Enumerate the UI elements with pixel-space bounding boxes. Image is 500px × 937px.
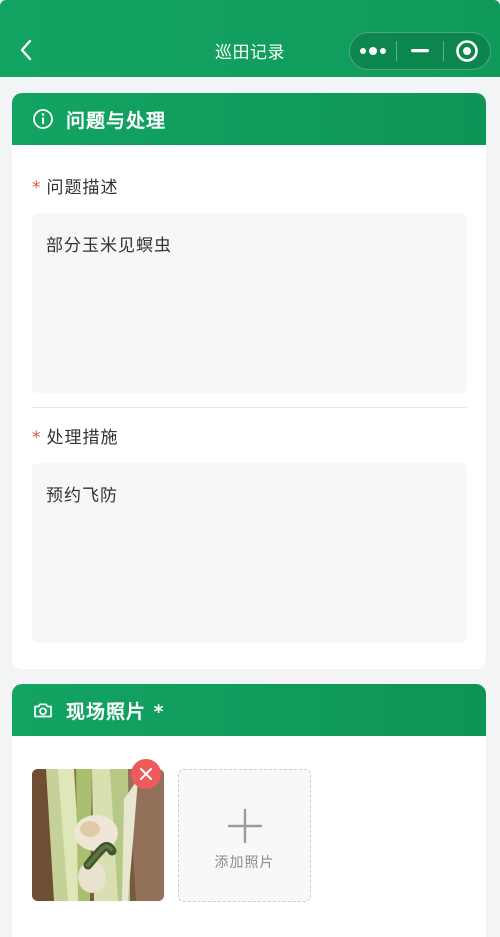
photo-section-title: 现场照片 * [66, 700, 165, 723]
problem-section-title: 问题与处理 [66, 109, 167, 132]
target-circle-icon [456, 40, 478, 62]
problem-section-card: 问题与处理 * 问题描述 部分玉米见螟虫 * 处理措施 预约飞防 [12, 93, 486, 669]
required-mark: * [32, 178, 42, 198]
required-mark: * [32, 428, 42, 448]
more-button[interactable] [350, 33, 396, 69]
description-label: * 问题描述 [32, 173, 119, 198]
plus-icon [227, 808, 263, 844]
photo-section-card: 现场照片 * 添加照片 [12, 684, 486, 937]
measures-textarea[interactable]: 预约飞防 [32, 463, 467, 643]
measures-label-text: 处理措施 [46, 428, 119, 448]
navigation-bar: 巡田记录 [0, 0, 500, 77]
more-dots-icon [360, 47, 386, 55]
description-label-text: 问题描述 [46, 178, 119, 198]
camera-icon [32, 699, 54, 721]
add-photo-button[interactable]: 添加照片 [178, 769, 311, 902]
description-textarea[interactable]: 部分玉米见螟虫 [32, 213, 467, 393]
delete-photo-button[interactable] [131, 759, 161, 789]
close-icon [140, 768, 152, 780]
problem-section-header: 问题与处理 [12, 93, 486, 145]
info-circle-icon [32, 108, 54, 130]
photo-section-header: 现场照片 * [12, 684, 486, 736]
mini-program-capsule [349, 32, 491, 70]
minimize-button[interactable] [397, 33, 443, 69]
measures-label: * 处理措施 [32, 423, 119, 448]
close-miniprogram-button[interactable] [444, 33, 490, 69]
add-photo-label: 添加照片 [214, 855, 275, 871]
minimize-icon [411, 49, 429, 53]
field-divider [32, 407, 467, 408]
